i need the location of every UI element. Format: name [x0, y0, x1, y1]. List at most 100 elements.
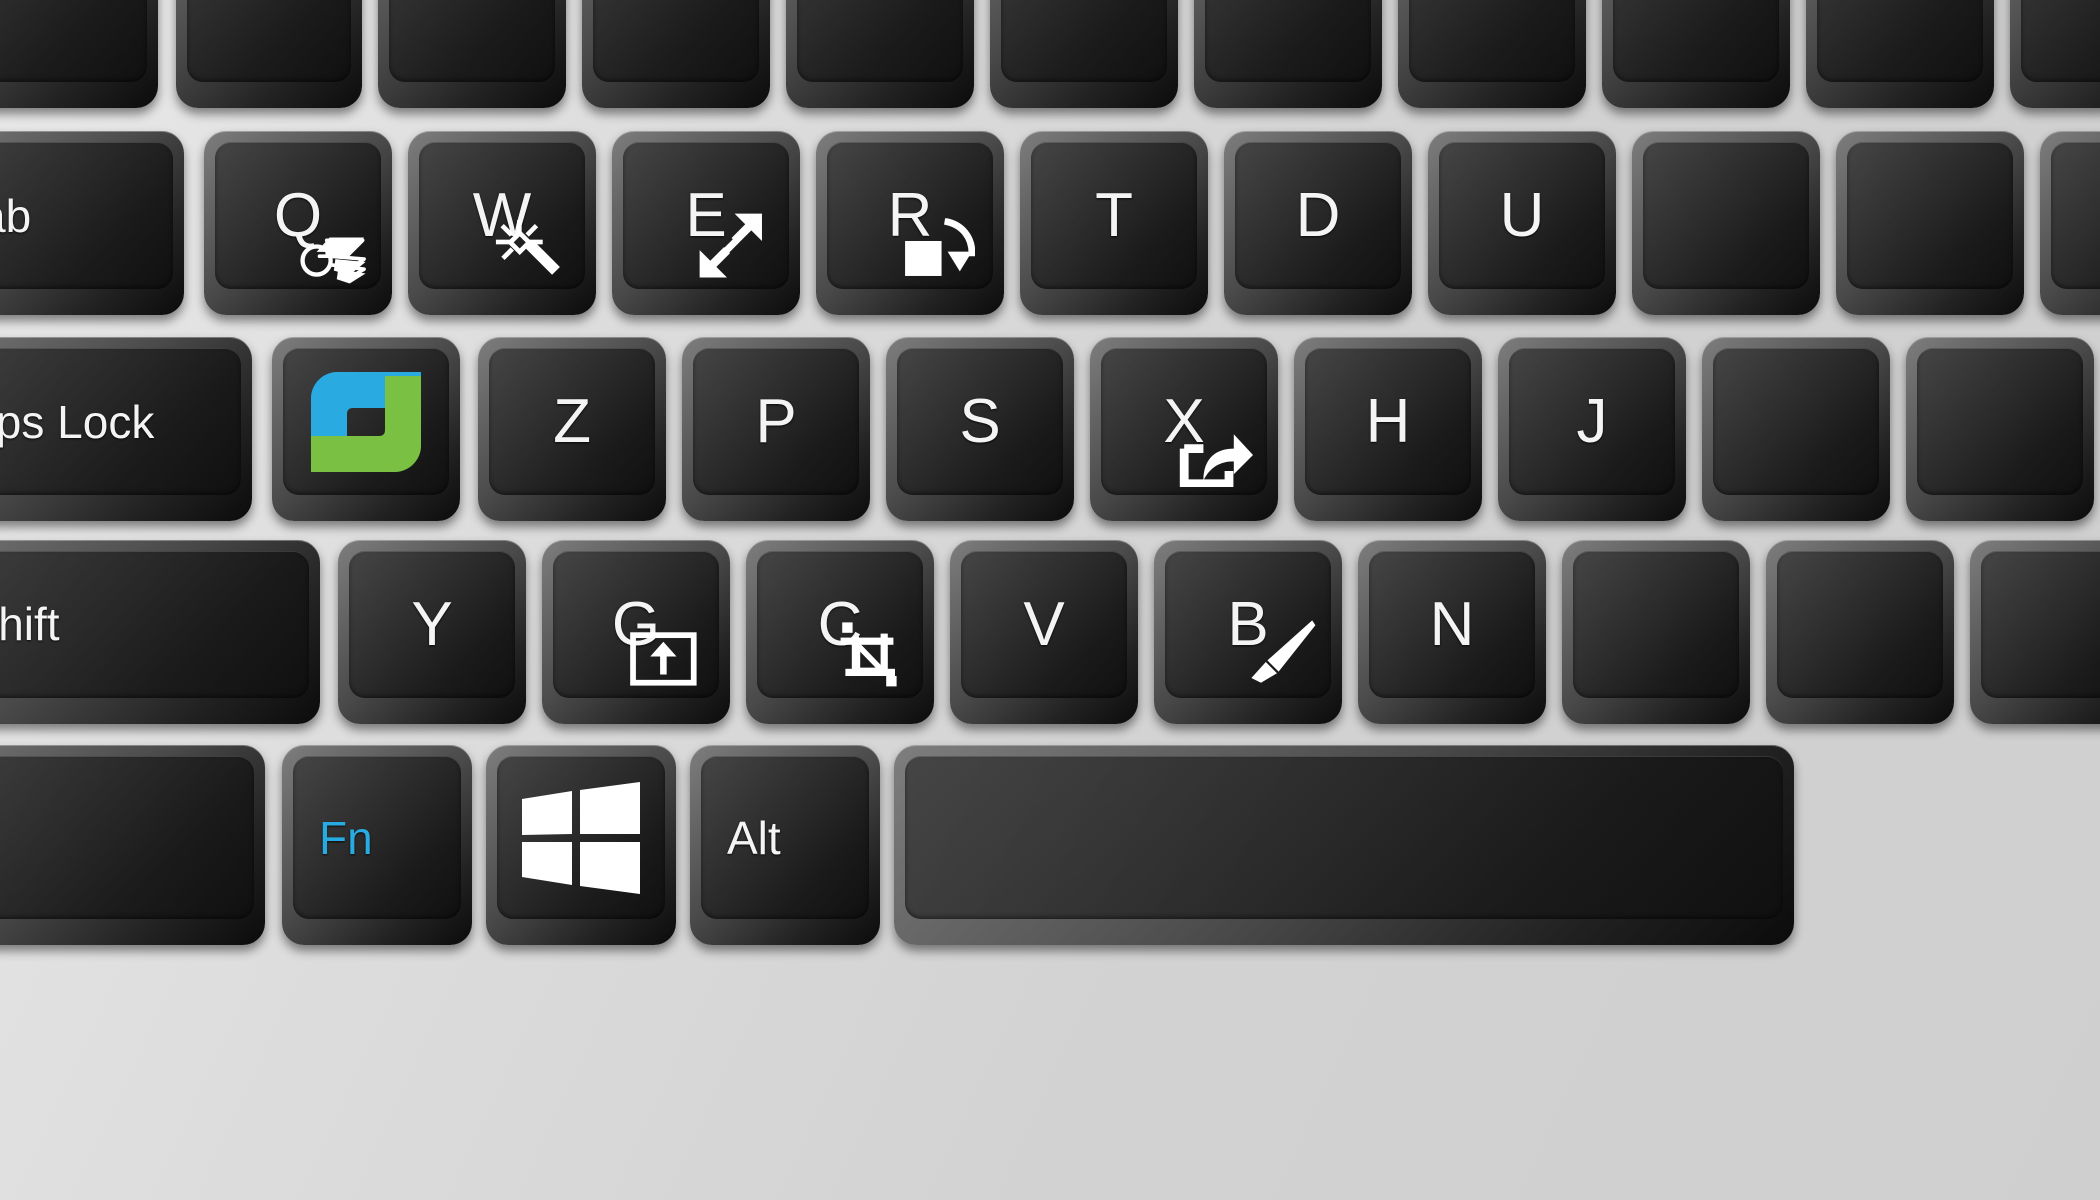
key-g[interactable]: G — [542, 540, 730, 724]
keycap-s: S — [897, 348, 1063, 495]
key-legend-text-shift: Shift — [0, 597, 60, 650]
keycap-p — [2051, 142, 2100, 289]
key-tab[interactable]: Tab — [0, 131, 184, 315]
keycap-num-8 — [1613, 0, 1779, 82]
windows-icon — [522, 781, 640, 894]
key-comma[interactable] — [1766, 540, 1954, 724]
keycap-tilde — [0, 0, 147, 82]
key-ctrl[interactable]: Ctrl — [0, 745, 265, 945]
key-num-9[interactable] — [1806, 0, 1994, 108]
key-t[interactable]: T — [1020, 131, 1208, 315]
key-m[interactable] — [1562, 540, 1750, 724]
key-p2[interactable]: P — [682, 337, 870, 521]
key-z[interactable]: Z — [478, 337, 666, 521]
key-y[interactable]: Y — [338, 540, 526, 724]
key-legend-caps-lock: Caps Lock — [0, 395, 155, 448]
key-caps-lock[interactable]: Caps Lock — [0, 337, 252, 521]
key-p[interactable] — [2040, 131, 2100, 315]
keycap-x: X — [1101, 348, 1267, 495]
key-legend-y: Y — [411, 589, 453, 659]
key-legend-t: T — [1095, 180, 1133, 250]
key-num-8[interactable] — [1602, 0, 1790, 108]
keycap-comma — [1777, 551, 1943, 698]
key-num-4[interactable]: 4 — [786, 0, 974, 108]
key-legend-num-1: 1 — [252, 0, 286, 3]
key-r[interactable]: R — [816, 131, 1004, 315]
keycap-logo — [283, 348, 449, 495]
key-num-7[interactable]: 7 — [1398, 0, 1586, 108]
keycap-h: H — [1305, 348, 1471, 495]
key-legend-r: R — [887, 180, 933, 250]
keycap-v: V — [961, 551, 1127, 698]
key-num-2[interactable]: 2 — [378, 0, 566, 108]
key-legend-j: J — [1576, 386, 1608, 456]
key-legend-shift: ⇧Shift — [0, 601, 60, 649]
key-legend-v: V — [1023, 589, 1065, 659]
keycap-fn: Fn — [293, 756, 461, 919]
keycap-num-4: 4 — [797, 0, 963, 82]
key-legend-g: G — [611, 589, 661, 659]
key-num-1[interactable]: 1 — [176, 0, 362, 108]
key-q[interactable]: Q — [204, 131, 392, 315]
key-n[interactable]: N — [1358, 540, 1546, 724]
key-legend-num-5: 5 — [1067, 0, 1101, 3]
keycap-period — [1981, 551, 2100, 698]
key-legend-q: Q — [273, 180, 323, 250]
key-d[interactable]: D — [1224, 131, 1412, 315]
keycap-k — [1713, 348, 1879, 495]
key-legend-z: Z — [553, 386, 591, 456]
key-w[interactable]: W — [408, 131, 596, 315]
keycap-n: N — [1369, 551, 1535, 698]
key-u[interactable]: U — [1428, 131, 1616, 315]
keycap-num-9 — [1817, 0, 1983, 82]
key-s[interactable]: S — [886, 337, 1074, 521]
key-o[interactable] — [1836, 131, 2024, 315]
key-num-5[interactable]: 5 — [990, 0, 1178, 108]
key-shift[interactable]: ⇧Shift — [0, 540, 320, 724]
key-num-0[interactable] — [2010, 0, 2100, 108]
key-i[interactable] — [1632, 131, 1820, 315]
key-legend-num-7: 7 — [1475, 0, 1509, 3]
key-h[interactable]: H — [1294, 337, 1482, 521]
key-legend-u: U — [1499, 180, 1545, 250]
keycap-tab: Tab — [0, 142, 173, 289]
keycap-g: G — [553, 551, 719, 698]
keycap-win — [497, 756, 665, 919]
key-legend-tab: Tab — [0, 189, 32, 242]
keycap-num-1: 1 — [187, 0, 351, 82]
keycap-num-5: 5 — [1001, 0, 1167, 82]
key-l[interactable] — [1906, 337, 2094, 521]
keycap-y: Y — [349, 551, 515, 698]
keycap-q: Q — [215, 142, 381, 289]
key-legend-fn: Fn — [319, 811, 373, 864]
keycap-shift: ⇧Shift — [0, 551, 309, 698]
key-fn[interactable]: Fn — [282, 745, 472, 945]
key-legend-num-4: 4 — [863, 0, 897, 3]
key-x[interactable]: X — [1090, 337, 1278, 521]
key-win[interactable] — [486, 745, 676, 945]
key-num-6[interactable]: 6 — [1194, 0, 1382, 108]
keycap-e: E — [623, 142, 789, 289]
key-e[interactable]: E — [612, 131, 800, 315]
keycap-ctrl: Ctrl — [0, 756, 254, 919]
key-period[interactable] — [1970, 540, 2100, 724]
key-alt[interactable]: Alt — [690, 745, 880, 945]
key-v[interactable]: V — [950, 540, 1138, 724]
keycap-num-7: 7 — [1409, 0, 1575, 82]
keycap-t: T — [1031, 142, 1197, 289]
key-legend-b: B — [1227, 589, 1269, 659]
key-spacebar[interactable] — [894, 745, 1794, 945]
keycap-caps-lock: Caps Lock — [0, 348, 241, 495]
key-tilde[interactable] — [0, 0, 158, 108]
key-c[interactable]: C — [746, 540, 934, 724]
key-logo[interactable] — [272, 337, 460, 521]
key-legend-p2: P — [755, 386, 797, 456]
key-k[interactable] — [1702, 337, 1890, 521]
keycap-r: R — [827, 142, 993, 289]
key-j[interactable]: J — [1498, 337, 1686, 521]
keycap-u: U — [1439, 142, 1605, 289]
key-b[interactable]: B — [1154, 540, 1342, 724]
key-legend-n: N — [1429, 589, 1475, 659]
key-legend-num-6: 6 — [1271, 0, 1305, 3]
key-num-3[interactable]: 3 — [582, 0, 770, 108]
